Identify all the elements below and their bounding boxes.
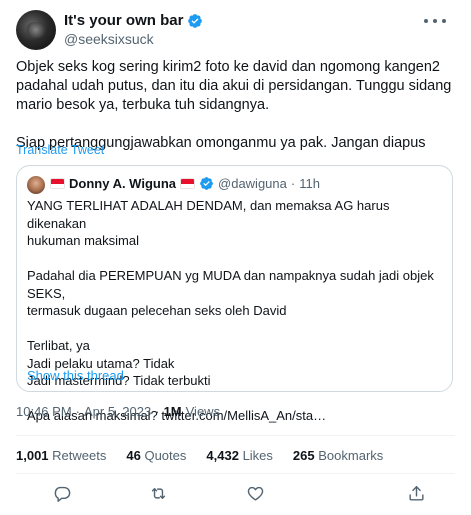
tweet-date[interactable]: Apr 5, 2023 <box>84 404 151 419</box>
verified-badge-icon <box>188 13 203 28</box>
retweet-icon[interactable] <box>148 483 168 503</box>
tweet-meta: 10:46 PM · Apr 5, 2023 · 1M Views <box>16 404 220 419</box>
indonesia-flag-icon <box>50 178 65 189</box>
quotes-count: 46 <box>126 448 141 463</box>
quoted-handle: @dawiguna <box>218 176 287 191</box>
quotes-stat[interactable]: 46 Quotes <box>126 448 186 463</box>
quotes-label: Quotes <box>144 448 187 463</box>
meta-separator: · <box>155 404 160 419</box>
quoted-text-line: Padahal dia PEREMPUAN yg MUDA dan nampak… <box>27 268 434 301</box>
quoted-display-name: Donny A. Wiguna <box>69 176 177 191</box>
quoted-time: 11h <box>299 176 320 191</box>
author-handle[interactable]: @seeksixsuck <box>64 31 154 47</box>
meta-separator: · <box>75 404 80 419</box>
tweet-text-line: mario besok ya, terbuka tuh sidangnya. <box>16 97 270 113</box>
reply-icon[interactable] <box>52 483 72 503</box>
likes-label: Likes <box>242 448 273 463</box>
quoted-text: YANG TERLIHAT ADALAH DENDAM, dan memaksa… <box>27 197 442 425</box>
likes-stat[interactable]: 4,432 Likes <box>206 448 273 463</box>
more-dot <box>433 19 437 23</box>
more-dot <box>442 19 446 23</box>
bookmarks-count: 265 <box>292 448 315 463</box>
tweet-text-line: Objek seks kog sering kirim2 foto ke dav… <box>16 59 440 75</box>
divider <box>16 473 455 474</box>
retweets-stat[interactable]: 1,001 Retweets <box>16 448 106 463</box>
author-avatar[interactable] <box>16 10 56 50</box>
show-thread-link[interactable]: Show this thread <box>27 368 124 383</box>
tweet-text-line: padahal udah putus, dan itu dia akui di … <box>16 78 452 94</box>
translate-tweet-link[interactable]: Translate Tweet <box>16 143 104 157</box>
author-display-name[interactable]: It's your own bar <box>64 12 183 29</box>
quoted-author-avatar <box>27 176 45 194</box>
tweet-stats: 1,001 Retweets 46 Quotes 4,432 Likes 265… <box>16 448 383 463</box>
retweets-count: 1,001 <box>16 448 49 463</box>
quoted-tweet[interactable]: Donny A. Wiguna @dawiguna · 11h YANG TER… <box>16 165 453 423</box>
tweet-card: It's your own bar @seeksixsuck Objek sek… <box>0 0 471 515</box>
tweet-time[interactable]: 10:46 PM <box>16 404 72 419</box>
retweets-label: Retweets <box>52 448 107 463</box>
verified-badge-icon <box>200 177 213 190</box>
quoted-header: Donny A. Wiguna @dawiguna · 11h <box>50 176 320 191</box>
quoted-text-line: Terlibat, ya <box>27 338 90 353</box>
bookmarks-stat[interactable]: 265 Bookmarks <box>293 448 383 463</box>
likes-count: 4,432 <box>206 448 239 463</box>
quoted-text-line: YANG TERLIHAT ADALAH DENDAM, dan memaksa… <box>27 198 390 231</box>
tweet-text: Objek seks kog sering kirim2 foto ke dav… <box>16 58 456 153</box>
quoted-text-line: hukuman maksimal <box>27 233 139 248</box>
share-icon[interactable] <box>406 483 426 503</box>
more-dot <box>424 19 428 23</box>
more-horizontal-icon[interactable] <box>424 14 446 28</box>
quoted-separator: · <box>290 176 296 191</box>
heart-icon[interactable] <box>245 483 265 503</box>
quoted-text-line: termasuk dugaan pelecehan seks oleh Davi… <box>27 303 287 318</box>
views-count: 1M <box>163 404 182 419</box>
author-name-row: It's your own bar <box>64 12 203 29</box>
tweet-actions <box>16 480 455 506</box>
indonesia-flag-icon <box>180 178 196 189</box>
divider <box>16 435 455 436</box>
bookmarks-label: Bookmarks <box>318 448 384 463</box>
views-label: Views <box>185 404 221 419</box>
